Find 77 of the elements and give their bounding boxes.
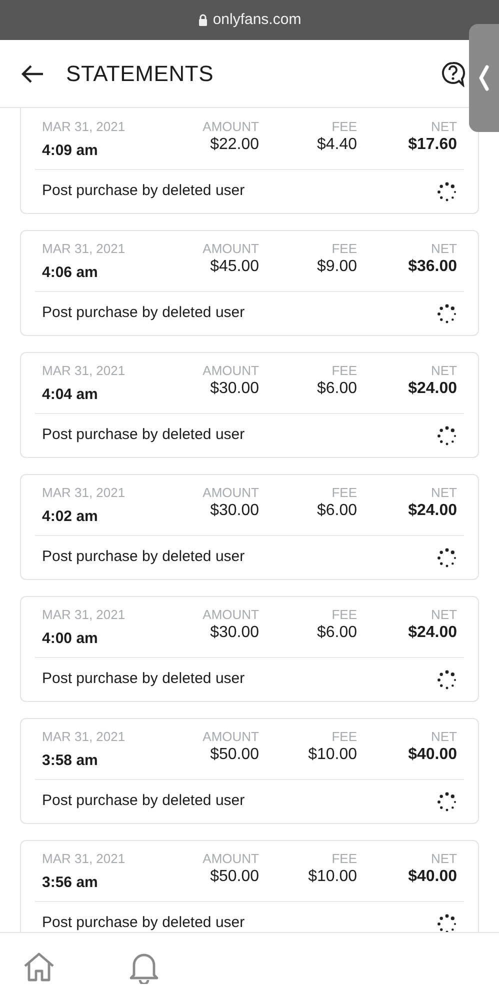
net-value: $17.60 <box>408 135 457 155</box>
date-text: MAR 31, 2021 <box>42 240 126 257</box>
net-value: $24.00 <box>408 623 457 643</box>
fee-value: $6.00 <box>316 379 357 399</box>
amount-value: $30.00 <box>210 623 259 643</box>
back-arrow-icon[interactable] <box>20 64 44 84</box>
fee-value: $10.00 <box>308 745 357 765</box>
amount-value: $45.00 <box>210 257 259 277</box>
amount-value: $22.00 <box>210 135 259 155</box>
description-text: Post purchase by deleted user <box>42 181 245 202</box>
column-label: AMOUNT <box>202 240 259 257</box>
time-text: 4:02 am <box>42 507 99 527</box>
fee-value: $10.00 <box>308 867 357 887</box>
time-text: 4:04 am <box>42 385 99 405</box>
fee-value: $4.40 <box>316 135 357 155</box>
description-text: Post purchase by deleted user <box>42 303 245 324</box>
column-label: AMOUNT <box>202 850 259 867</box>
lock-icon <box>198 14 208 26</box>
time-text: 3:56 am <box>42 873 99 893</box>
spinner-icon <box>437 304 457 324</box>
amount-value: $50.00 <box>210 867 259 887</box>
home-icon[interactable] <box>22 950 56 982</box>
spinner-icon <box>437 548 457 568</box>
date-text: MAR 31, 2021 <box>42 118 126 135</box>
time-text: 4:09 am <box>42 141 99 161</box>
column-label: NET <box>431 850 457 867</box>
page-title: STATEMENTS <box>66 60 214 88</box>
description-text: Post purchase by deleted user <box>42 425 245 446</box>
spinner-icon <box>437 670 457 690</box>
column-label: FEE <box>332 118 357 135</box>
column-label: AMOUNT <box>202 606 259 623</box>
column-label: AMOUNT <box>202 728 259 745</box>
column-label: AMOUNT <box>202 484 259 501</box>
net-value: $24.00 <box>408 379 457 399</box>
column-label: FEE <box>332 850 357 867</box>
date-text: MAR 31, 2021 <box>42 484 126 501</box>
amount-value: $30.00 <box>210 501 259 521</box>
date-text: MAR 31, 2021 <box>42 728 126 745</box>
help-icon[interactable] <box>441 60 465 86</box>
column-label: NET <box>431 606 457 623</box>
description-text: Post purchase by deleted user <box>42 547 245 568</box>
spinner-icon <box>437 914 457 932</box>
chevron-left-icon <box>478 64 490 92</box>
spinner-icon <box>437 792 457 812</box>
column-label: FEE <box>332 240 357 257</box>
column-label: NET <box>431 240 457 257</box>
column-label: FEE <box>332 362 357 379</box>
address-bar-url[interactable]: onlyfans.com <box>212 8 302 32</box>
date-text: MAR 31, 2021 <box>42 362 126 379</box>
column-label: AMOUNT <box>202 118 259 135</box>
fee-value: $6.00 <box>316 623 357 643</box>
description-text: Post purchase by deleted user <box>42 669 245 690</box>
date-text: MAR 31, 2021 <box>42 606 126 623</box>
column-label: FEE <box>332 606 357 623</box>
column-label: FEE <box>332 728 357 745</box>
column-label: FEE <box>332 484 357 501</box>
spinner-icon <box>437 182 457 202</box>
column-label: NET <box>431 728 457 745</box>
column-label: NET <box>431 118 457 135</box>
column-label: NET <box>431 362 457 379</box>
column-label: NET <box>431 484 457 501</box>
description-text: Post purchase by deleted user <box>42 913 245 932</box>
column-label: AMOUNT <box>202 362 259 379</box>
time-text: 3:58 am <box>42 751 99 771</box>
spinner-icon <box>437 426 457 446</box>
amount-value: $50.00 <box>210 745 259 765</box>
date-text: MAR 31, 2021 <box>42 850 126 867</box>
time-text: 4:06 am <box>42 263 99 283</box>
time-text: 4:00 am <box>42 629 99 649</box>
net-value: $40.00 <box>408 745 457 765</box>
net-value: $40.00 <box>408 867 457 887</box>
net-value: $24.00 <box>408 501 457 521</box>
description-text: Post purchase by deleted user <box>42 791 245 812</box>
amount-value: $30.00 <box>210 379 259 399</box>
net-value: $36.00 <box>408 257 457 277</box>
fee-value: $6.00 <box>316 501 357 521</box>
fee-value: $9.00 <box>316 257 357 277</box>
